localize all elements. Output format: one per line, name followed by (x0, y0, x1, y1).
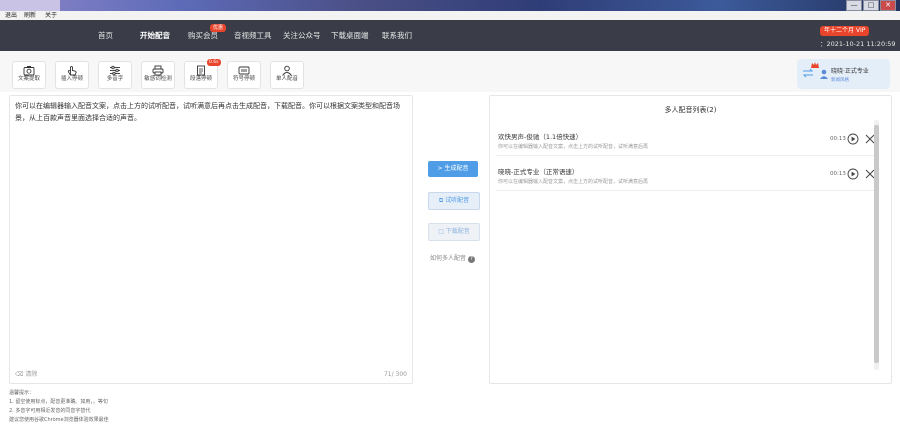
swap-icon (802, 68, 814, 78)
scrollbar-thumb[interactable] (874, 125, 879, 363)
tip-line: 1. 留空使用标点，配音更准确。如用，。等句 (9, 399, 108, 405)
toolbar: 文案提取 插入停顿 多音字 敏感词检测 段落停顿 0.6s 符号停顿 单人配音 (0, 51, 900, 92)
menu-about[interactable]: 关于 (45, 11, 57, 20)
trash-icon: ⌫ (15, 371, 24, 378)
selected-voice-card[interactable]: 晓晓·正式专业 新闻风格 (797, 59, 890, 89)
voice-item-desc: 你可以在编辑器输入配音文案，点击上方的试听配音，试听满意后再 (498, 179, 649, 185)
menu-exit[interactable]: 退出 (5, 11, 17, 20)
clear-button[interactable]: ⌫ 清除 (15, 369, 37, 378)
tip-line: 2. 多音字可用相近发音的同音字替代 (9, 408, 91, 414)
hand-pointer-icon (67, 65, 77, 76)
editor-content[interactable]: 你可以在编辑器输入配音文案，点击上方的试听配音，试听满意后再点击生成配音，下载配… (15, 101, 407, 124)
tool-label: 多音字 (106, 76, 124, 82)
sliders-icon (110, 65, 120, 76)
nav-start-dubbing[interactable]: 开始配音 (140, 30, 170, 41)
voice-item-desc: 你可以在编辑器输入配音文案，点击上方的试听配音，试听满意后再 (498, 144, 649, 150)
window-titlebar: — □ ✕ (0, 0, 900, 11)
download-label: 下载配音 (445, 228, 470, 235)
tool-polyphone[interactable]: 多音字 (98, 61, 132, 89)
camera-icon (23, 66, 35, 76)
user-icon (282, 65, 292, 76)
tool-symbol-pause[interactable]: 符号停顿 (227, 61, 261, 89)
discount-badge: 优惠 (210, 24, 227, 32)
vip-expiry-date: ：2021-10-21 11:20:59 (820, 40, 896, 48)
multi-voice-panel: 多人配音列表(2) 欢快男声-俊驰（1.1倍快速） 你可以在编辑器输入配音文案，… (489, 95, 892, 384)
panel-title: 多人配音列表(2) (664, 106, 717, 114)
listen-dubbing-button[interactable]: ⧉ 试听配音 (428, 192, 480, 210)
tool-text-extract[interactable]: 文案提取 (12, 61, 46, 89)
voice-list-item[interactable]: 欢快男声-俊驰（1.1倍快速） 你可以在编辑器输入配音文案，点击上方的试听配音，… (496, 125, 876, 156)
document-icon (197, 65, 205, 76)
clear-label: 清除 (25, 371, 38, 378)
minimize-button[interactable]: — (846, 0, 862, 11)
tool-label: 符号停顿 (232, 76, 255, 82)
voice-item-duration: 00:13 (830, 136, 846, 142)
tool-insert-pause[interactable]: 插入停顿 (55, 61, 89, 89)
tool-paragraph-pause[interactable]: 段落停顿 0.6s (184, 59, 221, 89)
play-icon[interactable] (847, 133, 859, 145)
question-circle-icon: ? (467, 256, 475, 263)
voice-avatar-icon (820, 69, 828, 79)
listen-label: 试听配音 (445, 197, 470, 204)
voice-item-title: 晓晓-正式专业（正常语速） (498, 168, 579, 176)
tool-sensitive-check[interactable]: 敏感词检测 (141, 61, 175, 89)
voice-style: 新闻风格 (831, 78, 849, 83)
nav-home[interactable]: 首页 (98, 30, 113, 41)
top-navbar: 首页 开始配音 购买会员 优惠 音视频工具 关注公众号 下载桌面端 联系我们 年… (0, 20, 900, 51)
nav-download-desktop[interactable]: 下载桌面端 (331, 30, 369, 41)
tips-title: 温馨提示： (9, 390, 35, 396)
vip-status-badge: 年十二个月 VIP (820, 26, 870, 36)
character-count: 71/ 300 (383, 371, 407, 378)
voice-item-duration: 00:13 (830, 171, 846, 177)
pause-duration-badge: 0.6s (207, 59, 221, 66)
tool-label: 插入停顿 (60, 76, 83, 82)
voice-item-title: 欢快男声-俊驰（1.1倍快速） (498, 133, 583, 141)
crown-icon (811, 62, 819, 68)
menu-refresh[interactable]: 刷新 (24, 11, 36, 20)
tool-label: 文案提取 (17, 76, 40, 82)
nav-av-tools[interactable]: 音视频工具 (234, 30, 272, 41)
symbol-box-icon (238, 66, 250, 75)
folder-icon: □ (438, 228, 444, 235)
help-label: 如何多人配音 (430, 255, 467, 262)
tip-line: 建议您使用谷歌Chrome浏览器体验效果最佳 (9, 417, 109, 423)
maximize-button[interactable]: □ (863, 0, 879, 11)
close-window-button[interactable]: ✕ (880, 0, 896, 11)
tool-single-dubbing[interactable]: 单人配音 (270, 61, 304, 89)
voice-name: 晓晓·正式专业 (831, 68, 869, 75)
generate-dubbing-button[interactable]: > 生成配音 (428, 161, 478, 177)
panel-scrollbar[interactable] (874, 120, 879, 370)
text-editor[interactable]: 你可以在编辑器输入配音文案，点击上方的试听配音，试听满意后再点击生成配音，下载配… (9, 95, 413, 384)
play-icon[interactable] (847, 168, 859, 180)
menubar: 退出 刷新 关于 (0, 11, 900, 20)
window-controls: — □ ✕ (845, 0, 896, 11)
download-dubbing-button[interactable]: □ 下载配音 (428, 223, 480, 241)
nav-contact-us[interactable]: 联系我们 (382, 30, 412, 41)
copy-icon: ⧉ (438, 197, 444, 204)
tool-label: 敏感词检测 (144, 76, 172, 82)
tool-label: 单人配音 (275, 76, 298, 82)
tool-label: 段落停顿 (189, 76, 212, 82)
printer-icon (152, 65, 164, 76)
tips-section: 温馨提示： 1. 留空使用标点，配音更准确。如用，。等句 2. 多音字可用相近发… (9, 389, 109, 425)
titlebar-background-left (0, 0, 60, 11)
nav-follow-account[interactable]: 关注公众号 (283, 30, 321, 41)
voice-list-item[interactable]: 晓晓-正式专业（正常语速） 你可以在编辑器输入配音文案，点击上方的试听配音，试听… (496, 160, 876, 191)
multi-voice-help-link[interactable]: 如何多人配音 ? (430, 253, 475, 263)
